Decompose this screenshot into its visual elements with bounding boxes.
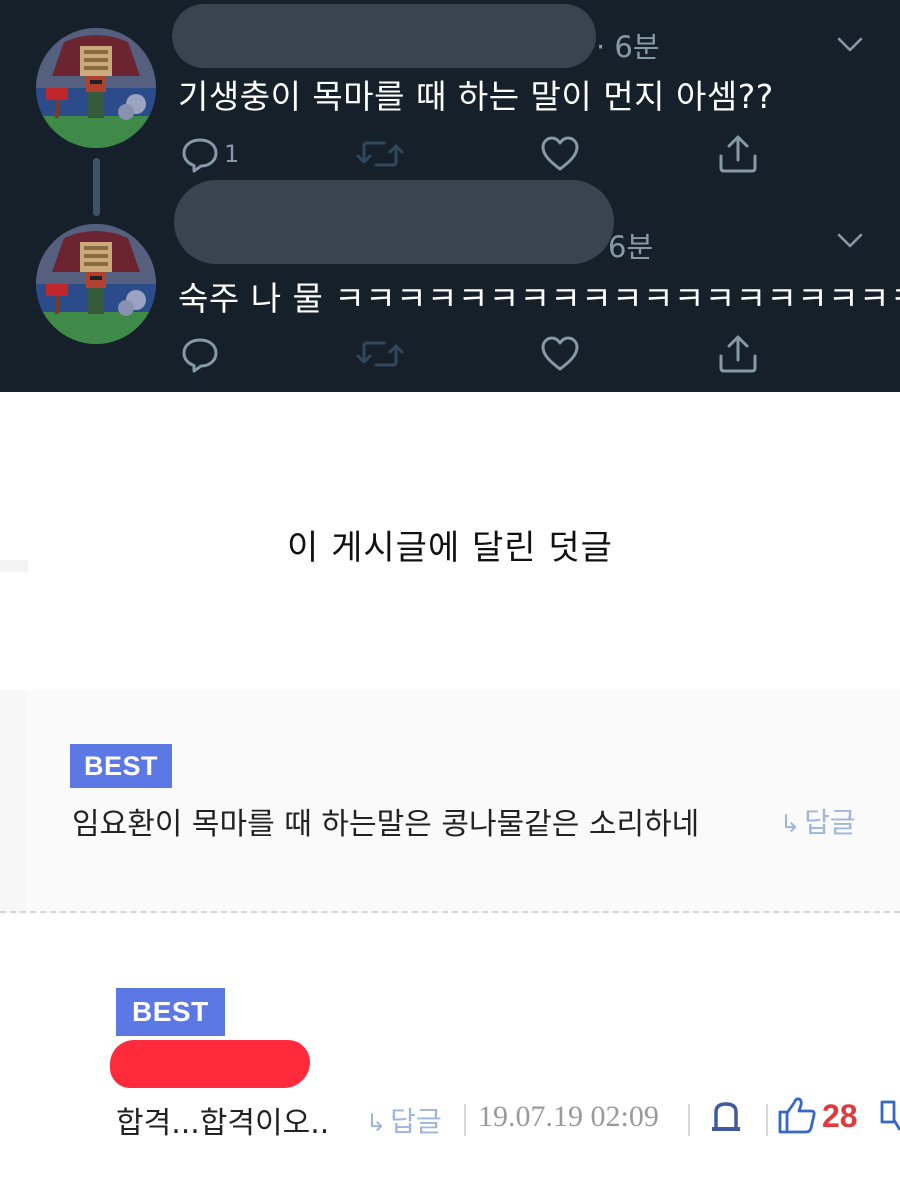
report-icon[interactable] [708,1098,744,1134]
username-redaction [110,1040,310,1088]
caption-text: 이 게시글에 달린 덧글 [287,528,613,568]
like-button[interactable] [540,334,580,374]
tweet-1[interactable]: · 6분 기생충이 목마를 때 하는 말이 먼지 아셈?? 1 [0,0,900,196]
best-badge: BEST [116,988,225,1036]
comment-date: 19.07.19 02:09 [478,1100,659,1133]
divider [766,1104,768,1136]
like-icon [541,136,579,171]
chevron-down-icon[interactable] [836,36,864,54]
reply-icon [182,338,218,373]
username-redaction [174,180,614,264]
divider [464,1104,466,1136]
crop-edge [0,560,28,572]
reply-icon [182,138,218,173]
avatar[interactable] [36,224,156,344]
reply-arrow-icon: ↳ [366,1109,387,1137]
like-icon [541,336,579,371]
tweet-time: 6분 [608,230,654,264]
thumbs-up-icon[interactable] [776,1094,818,1136]
thumbs-down-icon[interactable] [878,1098,900,1138]
tweet-time: · 6분 [596,30,660,64]
reply-label: 답글 [390,1105,442,1138]
tweet-2[interactable]: 6분 숙주 나 물 ㅋㅋㅋㅋㅋㅋㅋㅋㅋㅋㅋㅋㅋㅋㅋㅋㅋㅋㅋ [0,180,900,392]
reply-link[interactable]: ↳ 답글 [780,801,856,841]
reply-label: 답글 [804,806,856,839]
chevron-down-icon[interactable] [836,232,864,250]
avatar[interactable] [36,28,156,148]
reply-button[interactable] [180,334,224,374]
retweet-icon [356,341,404,367]
comment-text: 임요환이 목마를 때 하는말은 콩나물같은 소리하네 [72,807,700,842]
comment-divider [0,911,900,913]
twitter-thread-panel: · 6분 기생충이 목마를 때 하는 말이 먼지 아셈?? 1 6분 숙주 나 … [0,0,900,392]
retweet-button[interactable] [356,134,404,174]
reply-button[interactable]: 1 [180,134,239,174]
retweet-icon [356,141,404,167]
like-count: 28 [822,1098,858,1134]
reply-count: 1 [224,140,240,168]
reply-link[interactable]: ↳ 답글 [366,1100,442,1140]
share-button[interactable] [716,134,760,174]
divider [688,1104,690,1136]
retweet-button[interactable] [356,334,404,374]
share-button[interactable] [716,334,760,374]
share-icon [719,335,757,373]
comment-text: 합격...합격이오.. [116,1106,330,1141]
tweet-text: 숙주 나 물 ㅋㅋㅋㅋㅋㅋㅋㅋㅋㅋㅋㅋㅋㅋㅋㅋㅋㅋㅋ [178,279,900,318]
tweet-text: 기생충이 목마를 때 하는 말이 먼지 아셈?? [178,77,774,116]
best-badge: BEST [70,744,173,788]
like-button[interactable] [540,134,580,174]
username-redaction [172,4,596,68]
reply-arrow-icon: ↳ [780,810,801,838]
share-icon [719,135,757,173]
